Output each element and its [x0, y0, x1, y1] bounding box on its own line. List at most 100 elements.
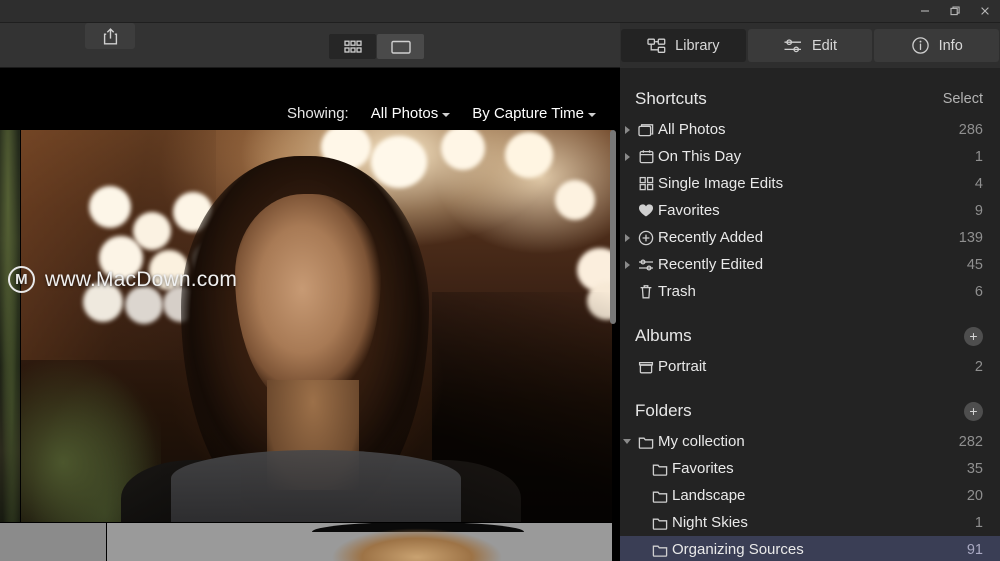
share-button[interactable]	[85, 23, 135, 49]
sidebar-item-label: Recently Edited	[658, 256, 764, 273]
title-bar	[0, 0, 1000, 23]
sidebar-item-favorites[interactable]: Favorites 9	[620, 197, 1000, 224]
sidebar-item-recently-added[interactable]: Recently Added 139	[620, 224, 1000, 251]
sidebar-item-label: Portrait	[658, 358, 707, 375]
folder-icon	[634, 435, 658, 449]
photo-thumbnail[interactable]	[0, 523, 106, 561]
sidebar-item-night-skies[interactable]: Night Skies 1	[620, 509, 1000, 536]
sidebar-item-landscape[interactable]: Landscape 20	[620, 482, 1000, 509]
sort-dropdown[interactable]: By Capture Time	[472, 105, 596, 122]
folder-icon	[648, 462, 672, 476]
sidebar-item-count: 2	[974, 358, 983, 375]
photo-thumbnail[interactable]	[0, 130, 20, 522]
sidebar-item-all-photos[interactable]: All Photos 286	[620, 116, 1000, 143]
photo-thumbnail[interactable]	[107, 523, 612, 561]
tab-info-label: Info	[938, 37, 963, 54]
sidebar-item-on-this-day[interactable]: On This Day 1	[620, 143, 1000, 170]
photo-background	[21, 130, 612, 522]
sidebar-item-favorites-folder[interactable]: Favorites 35	[620, 455, 1000, 482]
add-folder-button[interactable]: +	[964, 401, 983, 421]
sliders-icon	[784, 38, 801, 52]
library-icon	[647, 38, 666, 53]
shortcuts-title: Shortcuts	[635, 89, 707, 108]
all-photos-icon	[634, 123, 658, 137]
single-image-view-button[interactable]	[377, 34, 424, 59]
sidebar-item-label: Favorites	[672, 460, 734, 477]
sidebar-item-label: Organizing Sources	[672, 541, 804, 558]
sidebar-item-label: My collection	[658, 433, 745, 450]
main-toolbar	[0, 23, 620, 68]
sidebar-item-single-image-edits[interactable]: Single Image Edits 4	[620, 170, 1000, 197]
photo-grid	[0, 130, 612, 561]
sidebar-item-count: 45	[966, 256, 983, 273]
sort-dropdown-value: By Capture Time	[472, 105, 584, 122]
sidebar-item-label: Landscape	[672, 487, 746, 504]
sidebar-item-count: 1	[974, 514, 983, 531]
tab-edit[interactable]: Edit	[747, 29, 873, 62]
add-album-button[interactable]: +	[964, 326, 983, 346]
showing-label: Showing:	[287, 105, 349, 122]
library-sidebar: Shortcuts Select All Photos 286 On This …	[620, 68, 1000, 561]
photo-foliage	[21, 352, 161, 522]
sidebar-item-portrait[interactable]: Portrait 2	[620, 353, 1000, 380]
close-button[interactable]	[970, 0, 1000, 23]
folder-icon	[648, 489, 672, 503]
watermark: M www.MacDown.com	[8, 266, 237, 293]
sidebar-item-count: 139	[958, 229, 983, 246]
view-mode-toggle[interactable]	[329, 34, 424, 59]
sidebar-item-count: 282	[958, 433, 983, 450]
chevron-down-icon	[588, 113, 596, 117]
tab-info[interactable]: Info	[874, 29, 1000, 62]
disclosure-triangle[interactable]	[620, 439, 634, 444]
disclosure-triangle[interactable]	[620, 233, 634, 242]
minimize-button[interactable]	[910, 0, 940, 23]
sidebar-item-trash[interactable]: Trash 6	[620, 278, 1000, 305]
disclosure-triangle[interactable]	[620, 260, 634, 269]
scrollbar-thumb[interactable]	[610, 130, 616, 324]
sliders-icon	[634, 258, 658, 272]
photo-app-window: Library Edit Info Showing: All Photos By…	[0, 0, 1000, 561]
watermark-text: www.MacDown.com	[45, 267, 238, 291]
photo-wall	[21, 130, 216, 360]
source-dropdown-value: All Photos	[370, 105, 439, 122]
tab-library[interactable]: Library	[621, 29, 746, 62]
trash-icon	[634, 284, 658, 300]
chevron-down-icon	[442, 113, 451, 117]
shortcuts-section-header: Shortcuts Select	[620, 82, 1000, 116]
sidebar-item-recently-edited[interactable]: Recently Edited 45	[620, 251, 1000, 278]
folders-section-header: Folders +	[620, 394, 1000, 428]
disclosure-triangle[interactable]	[620, 125, 634, 134]
sidebar-item-count: 1	[974, 148, 983, 165]
album-icon	[634, 360, 658, 374]
sidebar-item-count: 20	[966, 487, 983, 504]
folder-icon	[648, 516, 672, 530]
tab-library-label: Library	[675, 37, 720, 54]
grid-view-button[interactable]	[329, 34, 376, 59]
grid-squares-icon	[634, 176, 658, 191]
sidebar-item-label: Trash	[658, 283, 696, 300]
disclosure-triangle[interactable]	[620, 152, 634, 161]
folder-icon	[648, 543, 672, 557]
filter-bar: Showing: All Photos By Capture Time	[0, 68, 612, 130]
sidebar-item-count: 286	[958, 121, 983, 138]
photo-shadow	[432, 292, 612, 522]
single-image-icon	[390, 40, 411, 54]
sidebar-item-count: 6	[974, 283, 983, 300]
sidebar-item-label: On This Day	[658, 148, 742, 165]
source-dropdown[interactable]: All Photos	[371, 105, 451, 122]
albums-title: Albums	[635, 326, 692, 345]
plus-circle-icon	[634, 230, 658, 246]
sidebar-item-count: 35	[966, 460, 983, 477]
sidebar-item-my-collection[interactable]: My collection 282	[620, 428, 1000, 455]
heart-icon	[634, 203, 658, 218]
photo-grid-scrollbar[interactable]	[608, 130, 618, 561]
sidebar-item-organizing-sources[interactable]: Organizing Sources 91	[620, 536, 1000, 561]
sidebar-item-count: 4	[974, 175, 983, 192]
restore-button[interactable]	[940, 0, 970, 23]
sidebar-item-label: All Photos	[658, 121, 726, 138]
grid-icon	[343, 40, 362, 53]
sidebar-item-label: Recently Added	[658, 229, 764, 246]
share-icon	[103, 27, 117, 44]
photo-thumbnail-selected[interactable]	[21, 130, 612, 522]
shortcuts-select-button[interactable]: Select	[943, 91, 983, 107]
